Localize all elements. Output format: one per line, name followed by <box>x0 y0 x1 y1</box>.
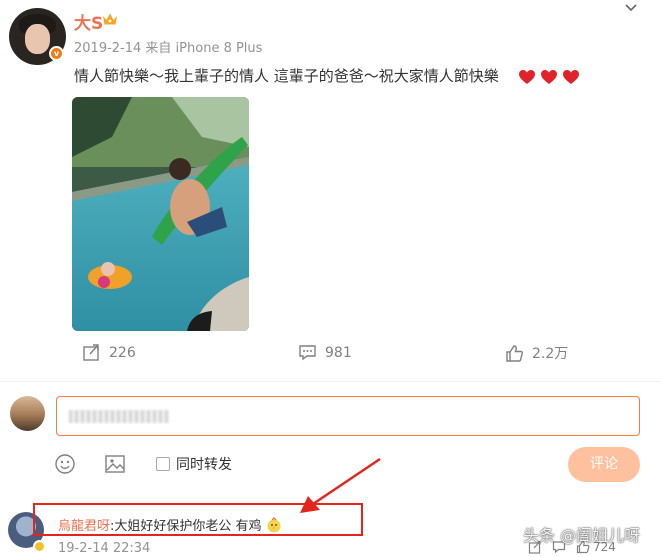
comment-time: 19-2-14 22:34 <box>58 541 151 556</box>
post-text: 情人節快樂～我上輩子的情人 這輩子的爸爸～祝大家情人節快樂 <box>74 67 499 85</box>
repost-button[interactable]: 226 <box>82 343 136 362</box>
submit-comment-button[interactable]: 评论 <box>568 447 640 482</box>
blurred-draft-text <box>69 410 169 423</box>
post-source: 来自 iPhone 8 Plus <box>145 41 263 56</box>
watermark: 头条 @阖姐儿呀 <box>523 526 641 545</box>
like-count: 2.2万 <box>532 346 569 362</box>
heart-icon <box>541 69 557 84</box>
heart-icon <box>563 69 579 84</box>
image-icon[interactable] <box>104 453 126 475</box>
heart-emojis <box>518 66 584 85</box>
divider <box>0 381 661 382</box>
current-user-avatar[interactable] <box>10 396 45 431</box>
repost-toggle[interactable]: 同时转发 <box>156 454 232 474</box>
comment-icon <box>299 345 316 361</box>
repost-icon <box>83 344 99 361</box>
post-meta: 2019-2-14 来自 iPhone 8 Plus <box>74 37 262 56</box>
comment-count: 981 <box>325 344 352 361</box>
post-date[interactable]: 2019-2-14 <box>74 41 141 56</box>
heart-icon <box>519 69 535 84</box>
poster-name[interactable]: 大S <box>74 9 103 34</box>
comment-button[interactable]: 981 <box>298 343 352 362</box>
repost-toggle-label: 同时转发 <box>176 457 232 473</box>
crown-icon <box>103 13 117 25</box>
repost-checkbox[interactable] <box>156 457 170 471</box>
post-photo[interactable] <box>72 97 249 331</box>
emoji-icon[interactable] <box>54 453 76 475</box>
member-badge-icon <box>33 540 46 553</box>
verified-badge-icon: v <box>49 46 64 61</box>
comment-input[interactable] <box>56 396 640 436</box>
repost-count: 226 <box>109 344 136 361</box>
like-button[interactable]: 2.2万 <box>505 343 568 363</box>
thumbs-up-icon <box>506 344 523 362</box>
chevron-down-icon[interactable] <box>624 2 638 14</box>
annotation-arrow <box>300 457 381 513</box>
